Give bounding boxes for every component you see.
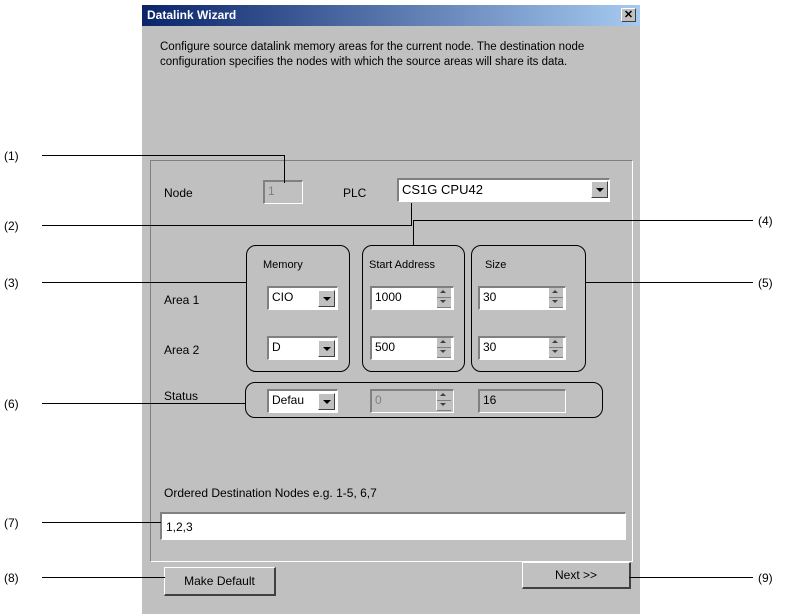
status-label: Status <box>164 389 199 403</box>
plc-select-value: CS1G CPU42 <box>402 182 483 197</box>
intro-text: Configure source datalink memory areas f… <box>160 41 585 68</box>
make-default-button[interactable]: Make Default <box>164 567 276 596</box>
callout-label-6: (6) <box>4 397 19 411</box>
plc-dropdown-icon[interactable] <box>591 181 608 198</box>
leader-line-7 <box>42 522 161 523</box>
leader-line-4 <box>413 220 753 221</box>
leader-line-2-vertical <box>411 203 412 226</box>
callout-label-7: (7) <box>4 516 19 530</box>
callout-label-5: (5) <box>758 276 773 290</box>
plc-select[interactable]: CS1G CPU42 <box>397 178 610 202</box>
callout-outline-status <box>245 382 603 418</box>
leader-line-1-vertical <box>284 155 285 183</box>
leader-line-9 <box>629 577 753 578</box>
callout-outline-memory <box>246 245 350 372</box>
next-button[interactable]: Next >> <box>522 562 631 589</box>
destination-nodes-input[interactable]: 1,2,3 <box>160 512 626 540</box>
close-button[interactable]: ✕ <box>621 8 636 22</box>
node-field: 1 <box>263 180 303 204</box>
callout-label-1: (1) <box>4 149 19 163</box>
callout-outline-size <box>471 245 586 372</box>
area1-label: Area 1 <box>164 293 200 307</box>
plc-label: PLC <box>343 186 367 200</box>
node-label: Node <box>164 186 193 200</box>
leader-line-1 <box>42 155 285 156</box>
area2-label: Area 2 <box>164 343 200 357</box>
callout-label-9: (9) <box>758 571 773 585</box>
leader-line-6 <box>42 403 246 404</box>
destination-label: Ordered Destination Nodes e.g. 1-5, 6,7 <box>164 486 377 500</box>
leader-line-2 <box>42 225 412 226</box>
callout-label-2: (2) <box>4 219 19 233</box>
leader-line-4-vertical <box>413 220 414 246</box>
leader-line-3 <box>42 282 247 283</box>
callout-label-8: (8) <box>4 571 19 585</box>
leader-line-8 <box>42 577 165 578</box>
destination-nodes-value: 1,2,3 <box>166 520 193 534</box>
callout-outline-start-address <box>362 245 465 372</box>
window-title: Datalink Wizard <box>147 8 237 22</box>
callout-label-3: (3) <box>4 276 19 290</box>
callout-label-4: (4) <box>758 214 773 228</box>
leader-line-5 <box>586 282 753 283</box>
